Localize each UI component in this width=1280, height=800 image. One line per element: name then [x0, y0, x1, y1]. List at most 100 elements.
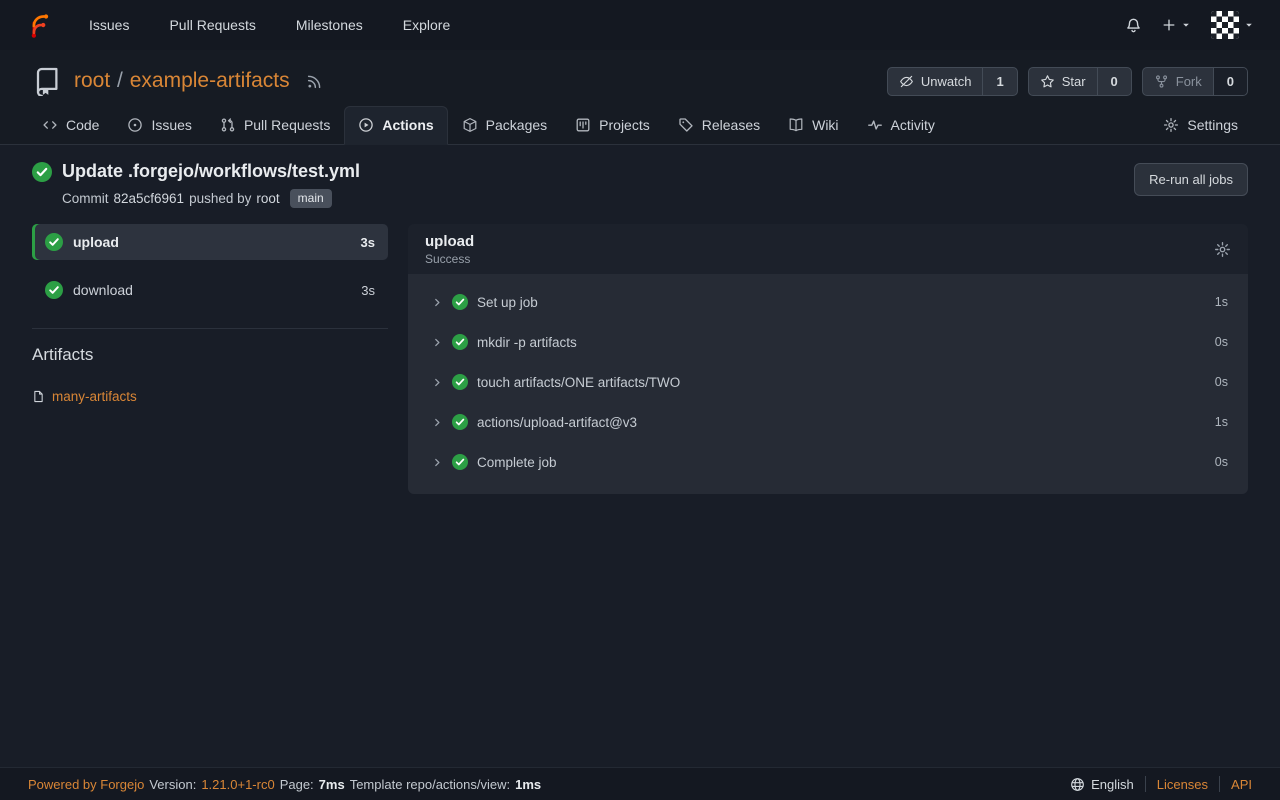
tab-releases[interactable]: Releases	[664, 106, 774, 145]
repo-owner-link[interactable]: root	[74, 69, 110, 92]
step-duration: 0s	[1215, 455, 1228, 469]
step-row-upload-artifact[interactable]: actions/upload-artifact@v3 1s	[408, 402, 1248, 442]
repo-name-link[interactable]: example-artifacts	[130, 69, 290, 92]
check-circle-icon	[452, 294, 468, 310]
pulse-icon	[867, 117, 883, 133]
repo-icon	[32, 66, 62, 96]
commit-line: Commit 82a5cf6961 pushed by root main	[62, 189, 360, 208]
step-duration: 1s	[1215, 295, 1228, 309]
pusher-link[interactable]: root	[256, 191, 279, 206]
page-time-value: 7ms	[319, 777, 345, 792]
run-title-row: Update .forgejo/workflows/test.yml	[32, 161, 360, 182]
run-header: Update .forgejo/workflows/test.yml Commi…	[32, 161, 1248, 208]
globe-icon	[1070, 777, 1085, 792]
job-detail-titles: upload Success	[425, 233, 474, 266]
nav-item-issues[interactable]: Issues	[89, 17, 129, 33]
navbar-links: Issues Pull Requests Milestones Explore	[89, 17, 450, 33]
artifact-link-many-artifacts[interactable]: many-artifacts	[32, 389, 137, 404]
settings-gear-icon	[1163, 117, 1179, 133]
tag-icon	[678, 117, 694, 133]
version-label: Version:	[149, 777, 196, 792]
chevron-right-icon	[432, 337, 443, 348]
repo-title-row: root / example-artifacts Unwatch	[0, 66, 1280, 96]
api-link[interactable]: API	[1231, 777, 1252, 792]
bell-icon	[1125, 17, 1142, 34]
forgejo-logo-icon	[26, 12, 53, 39]
licenses-link[interactable]: Licenses	[1157, 777, 1208, 792]
user-menu[interactable]	[1211, 11, 1254, 39]
page-time-label: Page:	[280, 777, 314, 792]
tab-packages[interactable]: Packages	[448, 106, 561, 145]
job-duration: 3s	[361, 283, 375, 298]
branch-badge[interactable]: main	[290, 189, 332, 208]
job-item-upload[interactable]: upload 3s	[32, 224, 388, 260]
step-row-touch[interactable]: touch artifacts/ONE artifacts/TWO 0s	[408, 362, 1248, 402]
tab-code[interactable]: Code	[28, 106, 113, 145]
fork-icon	[1154, 74, 1169, 89]
nav-item-pull-requests[interactable]: Pull Requests	[169, 17, 255, 33]
step-row-set-up-job[interactable]: Set up job 1s	[408, 282, 1248, 322]
chevron-right-icon	[432, 297, 443, 308]
commit-sha-link[interactable]: 82a5cf6961	[114, 191, 185, 206]
footer-divider	[1219, 776, 1220, 792]
job-duration: 3s	[361, 235, 375, 250]
rerun-all-jobs-button[interactable]: Re-run all jobs	[1134, 163, 1248, 196]
job-options-button[interactable]	[1214, 241, 1231, 258]
fork-button[interactable]: Fork 0	[1142, 67, 1248, 96]
eye-slash-icon	[899, 74, 914, 89]
check-circle-icon	[45, 281, 63, 299]
repo-tab-bar: Code Issues Pull Requests Actions Packag…	[0, 96, 1280, 144]
breadcrumb: root / example-artifacts	[74, 69, 290, 93]
steps-list: Set up job 1s mkdir -p artifacts 0s touc…	[408, 274, 1248, 494]
step-duration: 0s	[1215, 335, 1228, 349]
notifications-button[interactable]	[1125, 17, 1142, 34]
check-circle-icon	[452, 374, 468, 390]
job-detail-column: upload Success Set up job 1s	[408, 224, 1248, 494]
nav-item-milestones[interactable]: Milestones	[296, 17, 363, 33]
unwatch-button[interactable]: Unwatch 1	[887, 67, 1018, 96]
footer-divider	[1145, 776, 1146, 792]
chevron-right-icon	[432, 417, 443, 428]
rss-feed-button[interactable]	[306, 73, 323, 90]
tab-settings[interactable]: Settings	[1149, 106, 1252, 145]
repo-action-buttons: Unwatch 1 Star 0	[887, 67, 1248, 96]
star-button[interactable]: Star 0	[1028, 67, 1132, 96]
forgejo-logo[interactable]	[26, 12, 53, 39]
tab-pull-requests[interactable]: Pull Requests	[206, 106, 344, 145]
rss-icon	[306, 73, 323, 90]
watch-count: 1	[982, 68, 1016, 95]
tab-issues[interactable]: Issues	[113, 106, 205, 145]
job-detail-name: upload	[425, 233, 474, 250]
tab-wiki[interactable]: Wiki	[774, 106, 852, 145]
nav-item-explore[interactable]: Explore	[403, 17, 450, 33]
language-selector[interactable]: English	[1070, 777, 1134, 792]
run-title: Update .forgejo/workflows/test.yml	[62, 161, 360, 182]
fork-count: 0	[1213, 68, 1247, 95]
main-content: Update .forgejo/workflows/test.yml Commi…	[0, 145, 1280, 494]
tab-activity[interactable]: Activity	[853, 106, 949, 145]
package-icon	[462, 117, 478, 133]
step-row-complete-job[interactable]: Complete job 0s	[408, 442, 1248, 482]
create-new-menu[interactable]	[1162, 18, 1191, 32]
step-duration: 1s	[1215, 415, 1228, 429]
check-circle-icon	[452, 454, 468, 470]
sidebar-divider	[32, 328, 388, 329]
version-link[interactable]: 1.21.0+1-rc0	[201, 777, 274, 792]
job-detail-header: upload Success	[408, 224, 1248, 274]
job-item-download[interactable]: download 3s	[32, 272, 388, 308]
repo-header-wrapper: root / example-artifacts Unwatch	[0, 50, 1280, 145]
tab-projects[interactable]: Projects	[561, 106, 664, 145]
check-circle-icon	[452, 414, 468, 430]
step-row-mkdir[interactable]: mkdir -p artifacts 0s	[408, 322, 1248, 362]
job-detail-panel: upload Success Set up job 1s	[408, 224, 1248, 494]
check-circle-icon	[32, 162, 52, 182]
run-title-block: Update .forgejo/workflows/test.yml Commi…	[32, 161, 360, 208]
plus-icon	[1162, 18, 1176, 32]
tab-actions[interactable]: Actions	[344, 106, 447, 145]
breadcrumb-separator: /	[117, 69, 123, 92]
check-circle-icon	[452, 334, 468, 350]
top-navbar: Issues Pull Requests Milestones Explore	[0, 0, 1280, 50]
check-circle-icon	[45, 233, 63, 251]
jobs-sidebar: upload 3s download 3s Artifacts many-art…	[32, 224, 388, 494]
powered-by-link[interactable]: Powered by Forgejo	[28, 777, 144, 792]
